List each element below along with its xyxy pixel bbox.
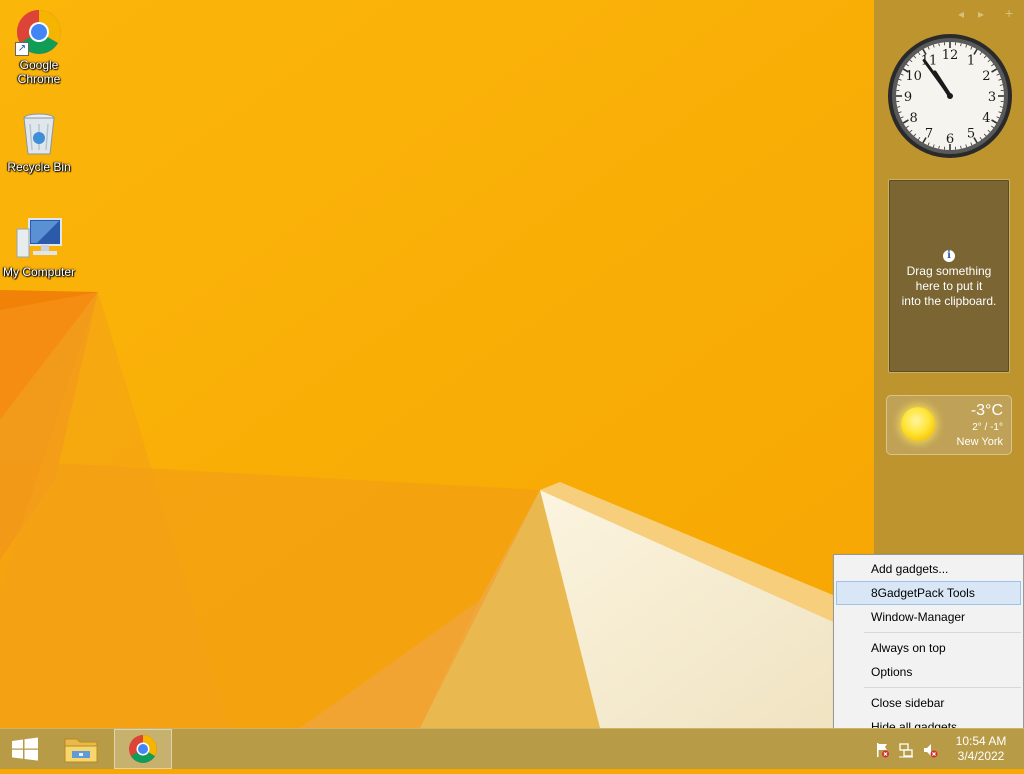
clipboard-gadget[interactable]: i Drag something here to put it into the…	[888, 179, 1010, 373]
menu-item-add-gadgets[interactable]: Add gadgets...	[836, 557, 1021, 581]
sun-icon	[901, 407, 935, 441]
menu-separator	[864, 632, 1021, 633]
clock-numeral: 7	[925, 126, 933, 141]
menu-separator	[864, 687, 1021, 688]
clock-numeral: 4	[982, 111, 990, 126]
clock-face: 121234567891011	[886, 32, 1014, 160]
folder-icon	[57, 729, 105, 769]
weather-gadget[interactable]: -3°C 2° / -1° New York	[886, 395, 1012, 455]
info-icon: i	[943, 250, 955, 262]
menu-item-always-on-top[interactable]: Always on top	[836, 636, 1021, 660]
clock-numeral: 2	[982, 69, 990, 84]
sidebar-context-menu[interactable]: Add gadgets... 8GadgetPack Tools Window-…	[833, 554, 1024, 729]
clock-numeral: 12	[942, 48, 959, 63]
clock-numeral: 10	[905, 69, 922, 84]
clock-numeral: 1	[967, 54, 975, 69]
action-center-flag-icon[interactable]	[874, 742, 890, 758]
chrome-icon	[115, 730, 171, 768]
sidebar-add-icon[interactable]: +	[1005, 5, 1013, 21]
desktop-icon-label: Google Chrome	[1, 58, 77, 86]
taskbar-date: 3/4/2022	[946, 749, 1016, 764]
volume-muted-icon[interactable]	[922, 742, 938, 758]
shortcut-arrow-icon: ↗	[15, 42, 29, 56]
sidebar-prev-icon[interactable]: ◂	[958, 7, 964, 21]
file-explorer-button[interactable]	[57, 729, 105, 769]
menu-item-8gadgetpack-tools[interactable]: 8GadgetPack Tools	[836, 581, 1021, 605]
desktop-icon-label: My Computer	[1, 265, 77, 279]
taskbar-time: 10:54 AM	[946, 734, 1016, 749]
clock-gadget[interactable]: 121234567891011	[886, 32, 1014, 160]
sidebar-next-icon[interactable]: ▸	[978, 7, 984, 21]
menu-item-options[interactable]: Options	[836, 660, 1021, 684]
weather-range: 2° / -1°	[972, 422, 1003, 433]
chrome-taskbar-button[interactable]	[114, 729, 172, 769]
weather-city: New York	[957, 436, 1003, 448]
clipboard-hint-line: Drag something	[893, 264, 1005, 279]
recycle-bin-icon	[15, 110, 63, 158]
clipboard-hint-line: into the clipboard.	[893, 294, 1005, 309]
menu-item-window-manager[interactable]: Window-Manager	[836, 605, 1021, 629]
clipboard-hint: Drag something here to put it into the c…	[893, 264, 1005, 309]
clock-numeral: 6	[946, 132, 954, 147]
network-icon[interactable]	[898, 742, 914, 758]
menu-item-close-sidebar[interactable]: Close sidebar	[836, 691, 1021, 715]
desktop-icon-my-computer[interactable]: My Computer	[1, 215, 77, 279]
windows-logo-icon	[0, 729, 50, 769]
clock-numeral: 3	[988, 90, 996, 105]
taskbar: 10:54 AM 3/4/2022	[0, 728, 1024, 769]
taskbar-clock[interactable]: 10:54 AM 3/4/2022	[946, 734, 1016, 764]
weather-temperature: -3°C	[971, 402, 1003, 420]
computer-icon	[15, 215, 63, 263]
clipboard-hint-line: here to put it	[893, 279, 1005, 294]
clock-numeral: 9	[904, 90, 912, 105]
clock-numeral: 8	[909, 111, 917, 126]
start-button[interactable]	[0, 729, 50, 769]
desktop-icon-chrome[interactable]: ↗ Google Chrome	[1, 8, 77, 86]
clock-numeral: 5	[967, 126, 975, 141]
desktop-icon-recycle-bin[interactable]: Recycle Bin	[1, 110, 77, 174]
chrome-icon: ↗	[15, 8, 63, 56]
desktop-icon-label: Recycle Bin	[1, 160, 77, 174]
